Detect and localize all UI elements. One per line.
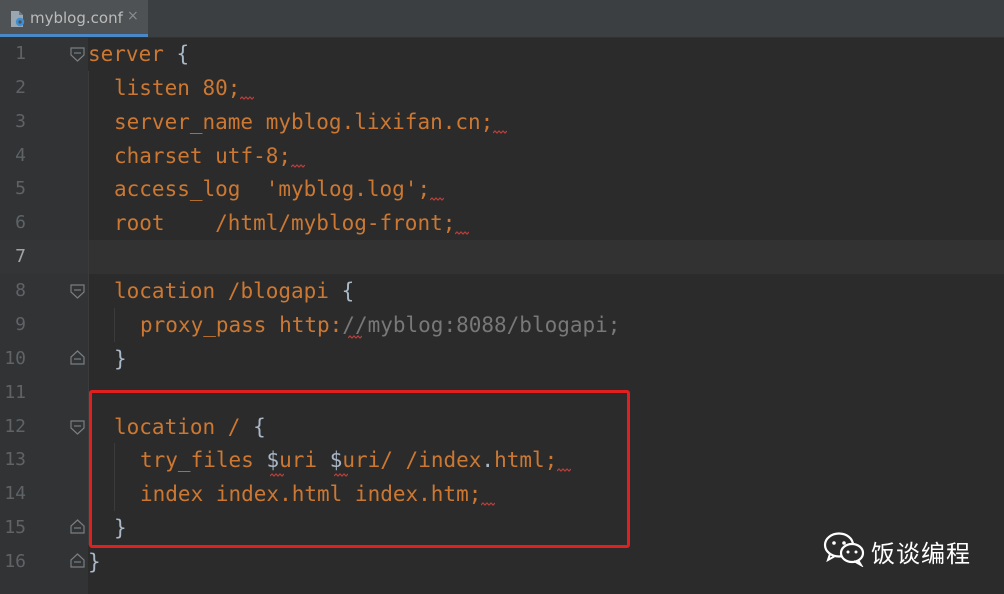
directive-value: /html/myblog-front; — [164, 211, 456, 235]
fold-open-icon[interactable] — [70, 420, 85, 435]
line-number: 3 — [15, 111, 26, 132]
code-line[interactable]: proxy_pass http://myblog:8088/blogapi; — [140, 308, 620, 342]
keyword: root — [114, 211, 165, 235]
line-number: 11 — [4, 382, 26, 403]
directive-value: myblog.lixifan.cn; — [253, 110, 494, 134]
line-number: 6 — [15, 212, 26, 233]
line-number: 2 — [15, 77, 26, 98]
keyword: server_name — [114, 110, 254, 134]
directive-value: http: — [266, 313, 343, 337]
directive-value: /blogapi — [215, 279, 329, 303]
brace: } — [88, 550, 101, 574]
line-number: 10 — [4, 348, 26, 369]
code-line[interactable]: access_log 'myblog.log'; — [114, 172, 445, 206]
directive-value: 'myblog.log'; — [240, 177, 431, 201]
directive-value: 80; — [189, 76, 241, 100]
wechat-icon — [823, 532, 865, 567]
code-line[interactable]: listen 80; — [114, 71, 255, 105]
highlight-annotation-box — [89, 390, 630, 548]
fold-close-icon[interactable] — [70, 553, 85, 568]
fold-close-icon[interactable] — [70, 350, 85, 365]
line-number: 5 — [15, 178, 26, 199]
url-path: //myblog:8088/blogapi; — [342, 313, 621, 337]
nginx-config-file-icon — [11, 11, 25, 27]
keyword: server — [88, 42, 164, 66]
fold-close-icon[interactable] — [70, 519, 85, 534]
line-number: 15 — [4, 517, 26, 538]
directive-value: utf-8; — [202, 144, 292, 168]
line-number: 14 — [4, 483, 26, 504]
keyword: proxy_pass — [140, 313, 267, 337]
tab-title: myblog.conf — [30, 9, 123, 27]
fold-open-icon[interactable] — [70, 284, 85, 299]
current-line-highlight — [88, 240, 1004, 274]
code-line[interactable]: charset utf-8; — [114, 139, 306, 173]
fold-open-icon[interactable] — [70, 47, 85, 62]
code-line[interactable]: server_name myblog.lixifan.cn; — [114, 105, 508, 139]
keyword: access_log — [114, 177, 241, 201]
line-number: 1 — [15, 43, 26, 64]
typo-squiggle — [455, 231, 470, 235]
brace: { — [163, 42, 190, 66]
keyword: charset — [114, 144, 203, 168]
line-number: 13 — [4, 449, 26, 470]
typo-squiggle — [240, 96, 255, 100]
code-line[interactable]: server { — [88, 37, 189, 71]
line-number: 12 — [4, 416, 26, 437]
tab-myblog-conf[interactable]: myblog.conf × — [0, 0, 148, 37]
typo-squiggle — [348, 335, 362, 339]
line-number-current: 7 — [15, 246, 26, 267]
code-line[interactable]: } — [88, 545, 101, 579]
brace: } — [114, 347, 127, 371]
line-number: 16 — [4, 551, 26, 572]
watermark-text: 饭谈编程 — [871, 540, 971, 568]
keyword: location — [114, 279, 216, 303]
typo-squiggle — [430, 197, 445, 201]
close-icon[interactable]: × — [127, 8, 139, 24]
line-number: 8 — [15, 280, 26, 301]
code-line[interactable]: } — [114, 342, 127, 376]
watermark: 饭谈编程 — [823, 527, 1003, 571]
editor-tab-bar: myblog.conf × — [0, 0, 1004, 38]
line-number: 4 — [15, 145, 26, 166]
code-line[interactable]: root /html/myblog-front; — [114, 206, 470, 240]
typo-squiggle — [291, 164, 306, 168]
brace: { — [328, 279, 355, 303]
line-number: 9 — [15, 314, 26, 335]
indent-guide — [114, 308, 115, 342]
code-line[interactable]: location /blogapi { — [114, 274, 354, 308]
keyword: listen — [114, 76, 190, 100]
typo-squiggle — [493, 130, 508, 134]
